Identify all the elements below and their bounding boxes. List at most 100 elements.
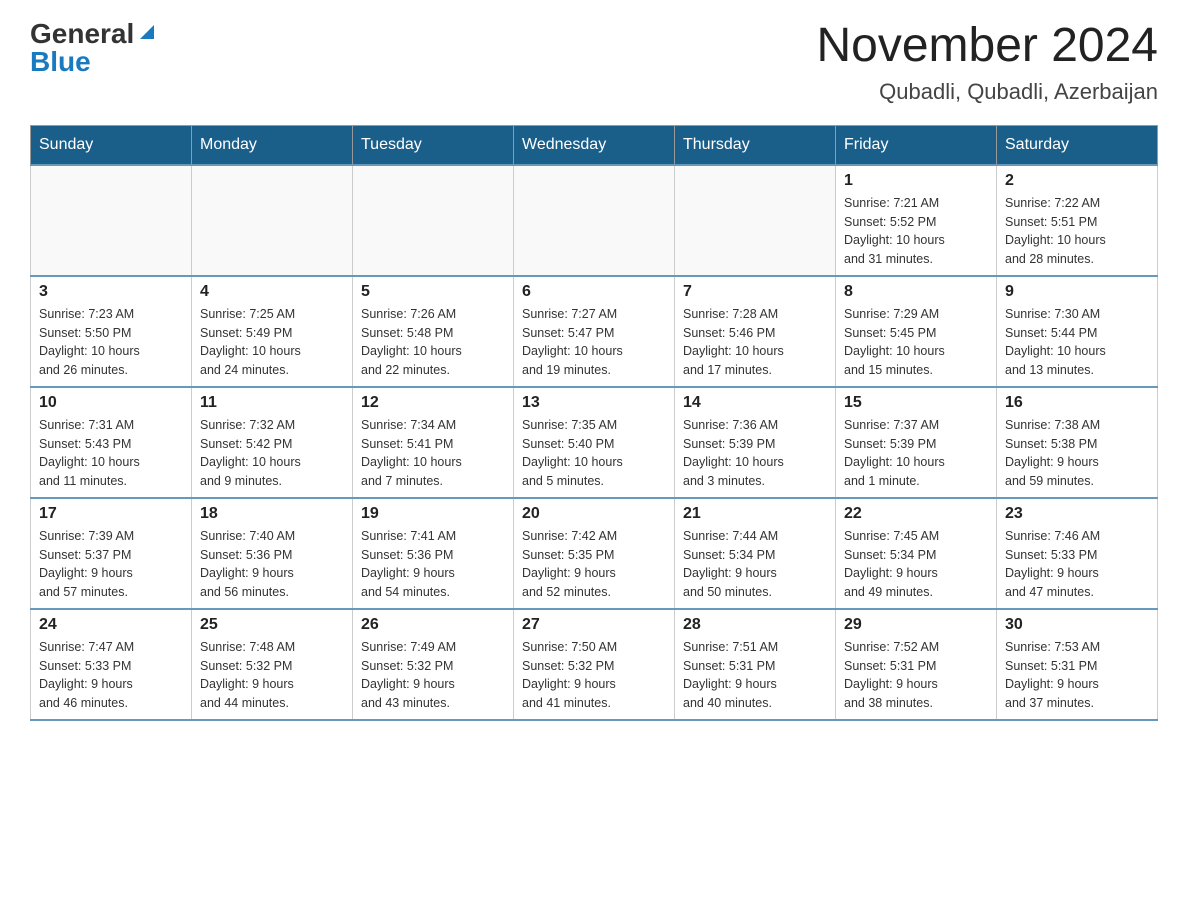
day-number: 4 — [200, 283, 344, 301]
day-cell: 18 Sunrise: 7:40 AM Sunset: 5:36 PM Dayli… — [192, 498, 353, 609]
logo-blue-text: Blue — [30, 48, 91, 76]
day-info: Sunrise: 7:53 AM Sunset: 5:31 PM Dayligh… — [1005, 638, 1149, 713]
day-info: Sunrise: 7:32 AM Sunset: 5:42 PM Dayligh… — [200, 416, 344, 491]
day-info: Sunrise: 7:35 AM Sunset: 5:40 PM Dayligh… — [522, 416, 666, 491]
day-cell: 8 Sunrise: 7:29 AM Sunset: 5:45 PM Daylig… — [836, 276, 997, 387]
day-number: 28 — [683, 616, 827, 634]
day-cell: 5 Sunrise: 7:26 AM Sunset: 5:48 PM Daylig… — [353, 276, 514, 387]
day-number: 9 — [1005, 283, 1149, 301]
day-cell: 7 Sunrise: 7:28 AM Sunset: 5:46 PM Daylig… — [675, 276, 836, 387]
day-info: Sunrise: 7:34 AM Sunset: 5:41 PM Dayligh… — [361, 416, 505, 491]
day-info: Sunrise: 7:39 AM Sunset: 5:37 PM Dayligh… — [39, 527, 183, 602]
day-cell: 6 Sunrise: 7:27 AM Sunset: 5:47 PM Daylig… — [514, 276, 675, 387]
calendar-table: SundayMondayTuesdayWednesdayThursdayFrid… — [30, 125, 1158, 721]
day-cell: 30 Sunrise: 7:53 AM Sunset: 5:31 PM Dayli… — [997, 609, 1158, 720]
day-cell: 3 Sunrise: 7:23 AM Sunset: 5:50 PM Daylig… — [31, 276, 192, 387]
day-number: 2 — [1005, 172, 1149, 190]
day-number: 6 — [522, 283, 666, 301]
day-number: 13 — [522, 394, 666, 412]
day-cell: 24 Sunrise: 7:47 AM Sunset: 5:33 PM Dayli… — [31, 609, 192, 720]
day-cell: 10Sunrise: 7:31 AM Sunset: 5:43 PM Dayli… — [31, 387, 192, 498]
day-info: Sunrise: 7:51 AM Sunset: 5:31 PM Dayligh… — [683, 638, 827, 713]
page-header: General Blue November 2024 Qubadli, Quba… — [30, 20, 1158, 105]
day-number: 25 — [200, 616, 344, 634]
day-info: Sunrise: 7:37 AM Sunset: 5:39 PM Dayligh… — [844, 416, 988, 491]
logo-triangle-icon — [136, 21, 158, 43]
day-info: Sunrise: 7:50 AM Sunset: 5:32 PM Dayligh… — [522, 638, 666, 713]
day-cell: 26Sunrise: 7:49 AM Sunset: 5:32 PM Dayli… — [353, 609, 514, 720]
day-info: Sunrise: 7:30 AM Sunset: 5:44 PM Dayligh… — [1005, 305, 1149, 380]
day-cell: 1Sunrise: 7:21 AM Sunset: 5:52 PM Daylig… — [836, 165, 997, 276]
day-cell: 9 Sunrise: 7:30 AM Sunset: 5:44 PM Daylig… — [997, 276, 1158, 387]
day-cell — [675, 165, 836, 276]
day-number: 18 — [200, 505, 344, 523]
day-number: 12 — [361, 394, 505, 412]
logo-general-text: General — [30, 20, 134, 48]
day-info: Sunrise: 7:52 AM Sunset: 5:31 PM Dayligh… — [844, 638, 988, 713]
day-info: Sunrise: 7:49 AM Sunset: 5:32 PM Dayligh… — [361, 638, 505, 713]
day-cell: 22 Sunrise: 7:45 AM Sunset: 5:34 PM Dayli… — [836, 498, 997, 609]
day-info: Sunrise: 7:47 AM Sunset: 5:33 PM Dayligh… — [39, 638, 183, 713]
day-number: 20 — [522, 505, 666, 523]
week-row-1: 1Sunrise: 7:21 AM Sunset: 5:52 PM Daylig… — [31, 165, 1158, 276]
day-number: 5 — [361, 283, 505, 301]
day-number: 16 — [1005, 394, 1149, 412]
day-cell: 25 Sunrise: 7:48 AM Sunset: 5:32 PM Dayli… — [192, 609, 353, 720]
day-cell — [31, 165, 192, 276]
day-cell: 14 Sunrise: 7:36 AM Sunset: 5:39 PM Dayli… — [675, 387, 836, 498]
week-row-2: 3 Sunrise: 7:23 AM Sunset: 5:50 PM Daylig… — [31, 276, 1158, 387]
day-cell: 16 Sunrise: 7:38 AM Sunset: 5:38 PM Dayli… — [997, 387, 1158, 498]
day-cell: 11Sunrise: 7:32 AM Sunset: 5:42 PM Dayli… — [192, 387, 353, 498]
day-number: 14 — [683, 394, 827, 412]
day-number: 3 — [39, 283, 183, 301]
day-number: 22 — [844, 505, 988, 523]
day-info: Sunrise: 7:22 AM Sunset: 5:51 PM Dayligh… — [1005, 194, 1149, 269]
day-number: 17 — [39, 505, 183, 523]
week-row-3: 10Sunrise: 7:31 AM Sunset: 5:43 PM Dayli… — [31, 387, 1158, 498]
day-info: Sunrise: 7:29 AM Sunset: 5:45 PM Dayligh… — [844, 305, 988, 380]
day-info: Sunrise: 7:28 AM Sunset: 5:46 PM Dayligh… — [683, 305, 827, 380]
day-info: Sunrise: 7:27 AM Sunset: 5:47 PM Dayligh… — [522, 305, 666, 380]
day-info: Sunrise: 7:23 AM Sunset: 5:50 PM Dayligh… — [39, 305, 183, 380]
logo: General Blue — [30, 20, 158, 76]
day-number: 21 — [683, 505, 827, 523]
weekday-header-tuesday: Tuesday — [353, 125, 514, 165]
day-info: Sunrise: 7:48 AM Sunset: 5:32 PM Dayligh… — [200, 638, 344, 713]
day-number: 24 — [39, 616, 183, 634]
day-cell: 28 Sunrise: 7:51 AM Sunset: 5:31 PM Dayli… — [675, 609, 836, 720]
day-info: Sunrise: 7:25 AM Sunset: 5:49 PM Dayligh… — [200, 305, 344, 380]
day-info: Sunrise: 7:42 AM Sunset: 5:35 PM Dayligh… — [522, 527, 666, 602]
day-number: 27 — [522, 616, 666, 634]
day-info: Sunrise: 7:40 AM Sunset: 5:36 PM Dayligh… — [200, 527, 344, 602]
week-row-5: 24 Sunrise: 7:47 AM Sunset: 5:33 PM Dayli… — [31, 609, 1158, 720]
day-cell: 21 Sunrise: 7:44 AM Sunset: 5:34 PM Dayli… — [675, 498, 836, 609]
day-info: Sunrise: 7:41 AM Sunset: 5:36 PM Dayligh… — [361, 527, 505, 602]
week-row-4: 17 Sunrise: 7:39 AM Sunset: 5:37 PM Dayli… — [31, 498, 1158, 609]
weekday-header-thursday: Thursday — [675, 125, 836, 165]
day-info: Sunrise: 7:38 AM Sunset: 5:38 PM Dayligh… — [1005, 416, 1149, 491]
day-info: Sunrise: 7:45 AM Sunset: 5:34 PM Dayligh… — [844, 527, 988, 602]
day-cell: 15 Sunrise: 7:37 AM Sunset: 5:39 PM Dayli… — [836, 387, 997, 498]
day-number: 30 — [1005, 616, 1149, 634]
weekday-header-saturday: Saturday — [997, 125, 1158, 165]
weekday-header-monday: Monday — [192, 125, 353, 165]
day-cell: 20 Sunrise: 7:42 AM Sunset: 5:35 PM Dayli… — [514, 498, 675, 609]
day-info: Sunrise: 7:44 AM Sunset: 5:34 PM Dayligh… — [683, 527, 827, 602]
day-cell: 17 Sunrise: 7:39 AM Sunset: 5:37 PM Dayli… — [31, 498, 192, 609]
day-number: 7 — [683, 283, 827, 301]
weekday-header-friday: Friday — [836, 125, 997, 165]
day-info: Sunrise: 7:36 AM Sunset: 5:39 PM Dayligh… — [683, 416, 827, 491]
day-cell — [353, 165, 514, 276]
day-number: 19 — [361, 505, 505, 523]
day-cell: 23Sunrise: 7:46 AM Sunset: 5:33 PM Dayli… — [997, 498, 1158, 609]
day-cell — [514, 165, 675, 276]
day-number: 1 — [844, 172, 988, 190]
weekday-header-sunday: Sunday — [31, 125, 192, 165]
day-info: Sunrise: 7:26 AM Sunset: 5:48 PM Dayligh… — [361, 305, 505, 380]
day-cell: 27 Sunrise: 7:50 AM Sunset: 5:32 PM Dayli… — [514, 609, 675, 720]
day-info: Sunrise: 7:31 AM Sunset: 5:43 PM Dayligh… — [39, 416, 183, 491]
day-number: 23 — [1005, 505, 1149, 523]
weekday-header-wednesday: Wednesday — [514, 125, 675, 165]
day-number: 15 — [844, 394, 988, 412]
day-number: 8 — [844, 283, 988, 301]
